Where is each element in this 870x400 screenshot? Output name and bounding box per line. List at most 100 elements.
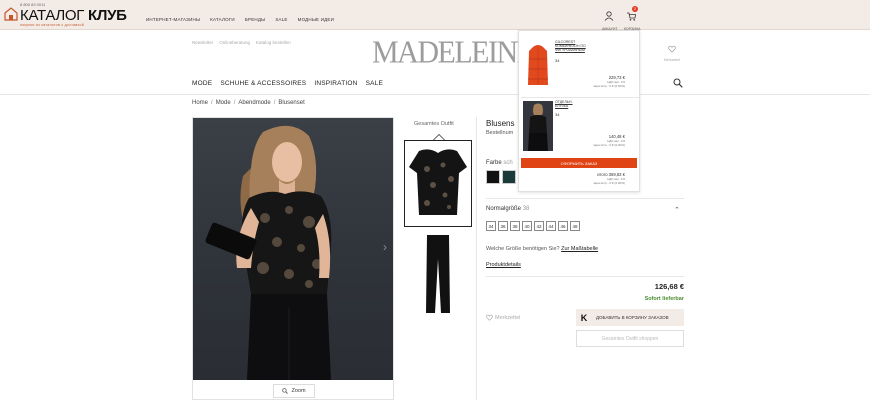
shop-outfit-button[interactable]: Gesamtes Outfit shoppen <box>576 330 684 347</box>
color-label-text: Farbe <box>486 160 502 166</box>
katalog-logo[interactable]: КАТАЛОГ КЛУБ <box>20 7 127 24</box>
minicart-item-size: 34 <box>555 58 560 63</box>
size-option[interactable]: 48 <box>570 221 580 231</box>
size-label: Normalgröße 38 <box>486 206 529 212</box>
katalog-nav-brands[interactable]: БРЕНДЫ <box>245 17 265 22</box>
product-details-link[interactable]: Produktdetails <box>486 262 521 268</box>
minicart-item-name-line: БЛУЗКА <box>555 104 569 109</box>
wishlist-button[interactable]: Merkzettel <box>486 314 520 321</box>
column-divider <box>476 117 477 400</box>
minicart-item-image-vest[interactable] <box>523 41 553 91</box>
katalog-slogan: покупки из каталогов с доставкой <box>20 23 84 27</box>
nav-shoes-accessories[interactable]: SCHUHE & ACCESSOIRES <box>220 80 306 87</box>
chevron-up-icon[interactable]: ⌃ <box>674 206 680 214</box>
minicart-item-vat-line: зарегистр.: 0 € (0,00%) <box>593 83 625 88</box>
outfit-title: Gesamtes Outfit <box>414 121 454 127</box>
article-number-label: Bestellnum <box>486 130 514 136</box>
crumb-home[interactable]: Home <box>192 100 208 106</box>
crumb-separator: / <box>211 100 213 106</box>
size-help-text: Welche Größe benötigen Sie? <box>486 246 560 252</box>
house-logo-icon[interactable] <box>4 6 18 22</box>
product-title: Blusens <box>486 119 515 128</box>
size-option[interactable]: 36 <box>498 221 508 231</box>
next-image-arrow-icon[interactable]: › <box>383 240 387 254</box>
nav-sale[interactable]: SALE <box>366 80 383 87</box>
add-to-cart-button[interactable]: K ДОБАВИТЬ В КОРЗИНУ ЗАКАЗОВ <box>576 309 684 326</box>
size-help: Welche Größe benötigen Sie? Zur Maßtabel… <box>486 246 598 252</box>
availability-status: Sofort lieferbar <box>644 296 684 302</box>
crumb-current: Blusenset <box>278 100 305 106</box>
outfit-thumb-blouse[interactable] <box>404 140 472 227</box>
katalog-logo-light: КАТАЛОГ <box>20 7 85 24</box>
cart-count-badge: 2 <box>632 6 638 12</box>
user-icon <box>604 11 614 21</box>
crumb-separator: / <box>233 100 236 106</box>
info-divider <box>486 198 684 199</box>
color-swatch-black[interactable] <box>486 170 500 184</box>
crumb-mode[interactable]: Mode <box>216 100 231 106</box>
minicart-item-vat-line: зарегистр.: 0 € (0,00%) <box>593 142 625 147</box>
size-option[interactable]: 38 <box>510 221 520 231</box>
zoom-button[interactable]: Zoom <box>273 384 315 398</box>
minicart-separator <box>521 97 639 98</box>
size-option[interactable]: 40 <box>522 221 532 231</box>
util-link-newsletter[interactable]: Newsletter <box>192 40 213 45</box>
magnifier-icon <box>282 388 289 394</box>
katalog-logo-bold: КЛУБ <box>87 7 127 24</box>
add-to-cart-label: ДОБАВИТЬ В КОРЗИНУ ЗАКАЗОВ <box>596 315 669 320</box>
header-divider <box>0 94 870 95</box>
search-icon[interactable] <box>673 78 683 88</box>
zoom-label: Zoom <box>291 388 306 394</box>
model-illustration <box>205 125 332 380</box>
katalog-nav-ideas[interactable]: МОДНЫЕ ИДЕИ <box>298 17 334 22</box>
katalog-nav: ИНТЕРНЕТ-МАГАЗИНЫ КАТАЛОГИ БРЕНДЫ SALE М… <box>146 17 334 22</box>
nav-mode[interactable]: MODE <box>192 80 212 87</box>
nav-inspiration[interactable]: INSPIRATION <box>314 80 357 87</box>
minicart-item-name[interactable]: GILCOREST КОМБИНЕЗОН ПО ФИГУРОВАННЫМ <box>555 40 586 53</box>
product-photo[interactable] <box>193 118 393 380</box>
minicart-item-size: 34 <box>555 112 560 117</box>
account-button[interactable]: АККАУНТ <box>602 8 617 31</box>
size-selector: 34 36 38 40 42 44 46 48 <box>486 221 580 231</box>
size-option[interactable]: 44 <box>546 221 556 231</box>
util-link-catalog[interactable]: Katalog bestellen <box>256 40 291 45</box>
heart-icon <box>486 314 493 321</box>
crumb-separator: / <box>273 100 276 106</box>
katalog-nav-catalogs[interactable]: КАТАЛОГИ <box>210 17 235 22</box>
utility-links: Newsletter Onlineberatung Katalog bestel… <box>192 40 291 45</box>
header-wishlist[interactable]: Merkzettel <box>660 40 684 62</box>
brand-logo[interactable]: MADELEINE <box>372 35 535 71</box>
color-swatch-petrol[interactable] <box>502 170 516 184</box>
katalog-k-icon: K <box>580 312 588 323</box>
minicart-item-image-blouse[interactable] <box>523 101 553 151</box>
trousers-image <box>426 235 450 313</box>
minicart-total-vat: НДС вкл. 0 € зарегистр.: 0 € (0,00%) <box>593 177 625 185</box>
heart-icon <box>668 45 676 53</box>
katalog-nav-shops[interactable]: ИНТЕРНЕТ-МАГАЗИНЫ <box>146 17 200 22</box>
minicart-total-vat-line: зарегистр.: 0 € (0,00%) <box>593 180 625 185</box>
cart-button[interactable]: 2 КОРЗИНА <box>624 6 640 31</box>
size-option[interactable]: 42 <box>534 221 544 231</box>
color-label: Farbe sch <box>486 160 513 166</box>
size-chart-link[interactable]: Zur Maßtabelle <box>561 246 598 252</box>
katalog-top-bar: 8 800 83 0011 КАТАЛОГ КЛУБ покупки из ка… <box>0 0 870 31</box>
checkout-button[interactable]: ОФОРМИТЬ ЗАКАЗ <box>521 158 637 168</box>
minicart-item-name-line: ФИГУРОВАННЫМ <box>555 48 585 53</box>
breadcrumb: Home / Mode / Abendmode / Blusenset <box>192 100 305 106</box>
color-value: sch <box>503 160 513 166</box>
size-option[interactable]: 34 <box>486 221 496 231</box>
size-option[interactable]: 46 <box>558 221 568 231</box>
outfit-thumb-trousers[interactable] <box>418 233 458 315</box>
minicart-dropdown: GILCOREST КОМБИНЕЗОН ПО ФИГУРОВАННЫМ 34 … <box>518 30 640 192</box>
crumb-evening[interactable]: Abendmode <box>238 100 270 106</box>
katalog-nav-sale[interactable]: SALE <box>275 17 287 22</box>
minicart-item-name[interactable]: ОТДЕЛЬН. БЛУЗКА <box>555 100 573 108</box>
blouse-image <box>409 149 467 215</box>
size-label-text: Normalgröße <box>486 206 522 212</box>
product-price: 126,68 € <box>654 282 684 291</box>
cart-icon <box>627 12 636 21</box>
size-value: 38 <box>522 206 530 212</box>
wishlist-label: Merkzettel <box>495 314 521 321</box>
info-divider <box>486 276 684 277</box>
util-link-consulting[interactable]: Onlineberatung <box>219 40 250 45</box>
